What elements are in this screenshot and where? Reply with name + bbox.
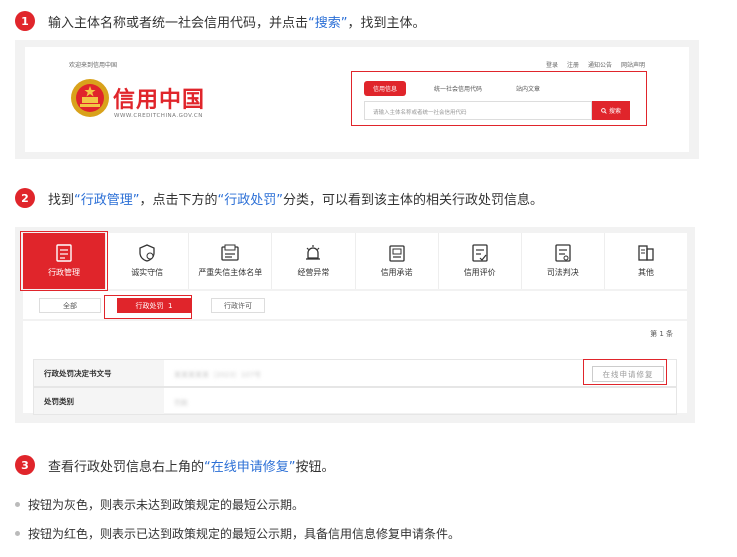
row-value-blurred: 某某某某某〔2023〕107号: [174, 371, 262, 379]
bullet-red-button: 按钮为红色，则表示已达到政策规定的最短公示期，具备信用信息修复申请条件。: [15, 525, 460, 542]
notice-link[interactable]: 通知公告: [588, 60, 612, 69]
admin-management-highlight: [20, 231, 108, 291]
table-row: 行政处罚决定书文号 某某某某某〔2023〕107号 在线申请修复: [33, 359, 677, 387]
bullet-dot: [15, 531, 20, 536]
step-2-instruction: 找到“行政管理”，点击下方的“行政处罚”分类，可以看到该主体的相关行政处罚信息。: [48, 192, 544, 208]
welcome-text: 欢迎来到信用中国: [69, 62, 118, 69]
register-link[interactable]: 注册: [567, 60, 579, 69]
category-blacklist[interactable]: 严重失信主体名单: [189, 233, 273, 289]
subtab-all[interactable]: 全部: [39, 298, 101, 313]
row-value-blurred: 罚款: [174, 399, 188, 407]
step-1-screenshot-panel: 欢迎来到信用中国 登录 注册 通知公告 网站声明 信用中国 WWW.CREDIT…: [15, 40, 699, 159]
tab-credit-info[interactable]: 信用信息: [364, 81, 407, 96]
search-tabs: 信用信息 统一社会信用代码 站内文章: [364, 81, 540, 96]
table-row: 处罚类别 罚款: [33, 387, 677, 415]
step-2-screenshot-panel: 行政管理 诚实守信 严重失信主体名单 经营异常 信用承诺 信用评价 司法判决 其…: [15, 227, 695, 423]
step-number-badge: 1: [15, 11, 35, 31]
top-links: 登录 注册 通知公告 网站声明: [546, 60, 645, 69]
tab-site-articles[interactable]: 站内文章: [516, 84, 540, 93]
category-judicial-judgment[interactable]: 司法判决: [522, 233, 605, 289]
brand-url: WWW.CREDITCHINA.GOV.CN: [114, 113, 203, 119]
step-1-instruction: 输入主体名称或者统一社会信用代码，并点击“搜索”，找到主体。: [48, 15, 426, 31]
repair-button-highlight: [583, 359, 667, 385]
result-count: 第 1 条: [650, 330, 673, 338]
other-icon: [638, 245, 654, 261]
category-credit-promise[interactable]: 信用承诺: [356, 233, 439, 289]
category-other[interactable]: 其他: [605, 233, 687, 289]
step-1-header: 1 输入主体名称或者统一社会信用代码，并点击“搜索”，找到主体。: [15, 11, 426, 31]
evaluation-icon: [472, 244, 488, 262]
brand-name: 信用中国: [113, 88, 206, 113]
promise-icon: [388, 245, 405, 262]
statement-link[interactable]: 网站声明: [621, 60, 645, 69]
tab-credit-code[interactable]: 统一社会信用代码: [434, 84, 482, 93]
step-number-badge: 3: [15, 455, 35, 475]
step-3-header: 3 查看行政处罚信息右上角的“在线申请修复”按钮。: [15, 455, 335, 475]
search-icon: [601, 107, 607, 114]
category-bar: 行政管理 诚实守信 严重失信主体名单 经营异常 信用承诺 信用评价 司法判决 其…: [23, 233, 687, 289]
alarm-icon: [306, 245, 321, 260]
category-credit-evaluation[interactable]: 信用评价: [439, 233, 522, 289]
step-number-badge: 2: [15, 188, 35, 208]
creditchina-site: 欢迎来到信用中国 登录 注册 通知公告 网站声明 信用中国 WWW.CREDIT…: [25, 47, 689, 152]
search-input[interactable]: 请输入主体名称或者统一社会信用代码: [364, 101, 592, 120]
category-abnormal-operation[interactable]: 经营异常: [272, 233, 356, 289]
category-honesty[interactable]: 诚实守信: [106, 233, 190, 289]
row-label: 处罚类别: [34, 388, 164, 414]
search-box-highlight: 信用信息 统一社会信用代码 站内文章 请输入主体名称或者统一社会信用代码 搜索: [351, 71, 647, 126]
bullet-dot: [15, 502, 20, 507]
subtab-admin-license[interactable]: 行政许可: [211, 298, 265, 313]
bullet-gray-button: 按钮为灰色，则表示未达到政策规定的最短公示期。: [15, 496, 304, 513]
shield-heart-icon: [139, 244, 155, 262]
judgment-icon: [555, 244, 571, 262]
row-label: 行政处罚决定书文号: [34, 360, 164, 386]
blacklist-icon: [221, 244, 239, 261]
admin-penalty-highlight: [104, 295, 192, 319]
step-3-instruction: 查看行政处罚信息右上角的“在线申请修复”按钮。: [48, 459, 335, 475]
step-2-header: 2 找到“行政管理”，点击下方的“行政处罚”分类，可以看到该主体的相关行政处罚信…: [15, 188, 543, 208]
login-link[interactable]: 登录: [546, 60, 558, 69]
search-button[interactable]: 搜索: [592, 101, 630, 120]
national-emblem-icon: [71, 79, 109, 117]
